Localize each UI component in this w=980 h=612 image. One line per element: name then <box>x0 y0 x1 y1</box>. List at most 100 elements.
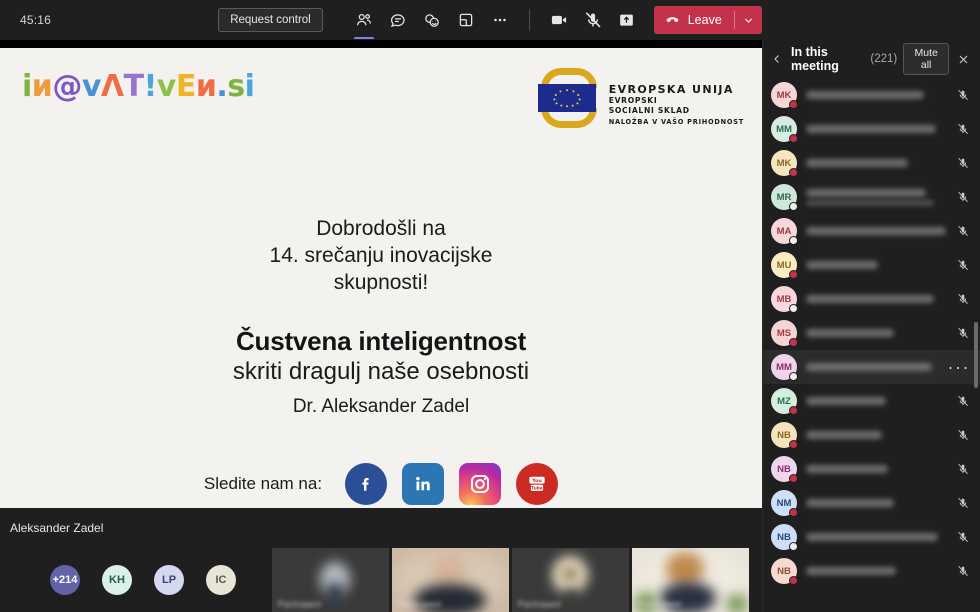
mic-muted-icon[interactable] <box>956 394 970 408</box>
avatar-initials: KH <box>109 574 125 586</box>
tile-name: Participant <box>278 600 321 609</box>
mic-muted-icon[interactable] <box>956 258 970 272</box>
tile-name: Participant <box>398 600 441 609</box>
participant-name <box>806 363 939 371</box>
presence-indicator <box>789 406 798 415</box>
mic-muted-icon[interactable] <box>956 326 970 340</box>
mic-muted-icon[interactable] <box>956 190 970 204</box>
participant-name <box>806 465 947 473</box>
back-chevron-icon[interactable] <box>769 51 785 67</box>
avatar: MK <box>771 150 797 176</box>
presence-indicator <box>789 236 798 245</box>
share-screen-icon[interactable] <box>612 5 642 35</box>
presence-indicator <box>789 542 798 551</box>
participant-row[interactable]: MZ <box>763 384 980 418</box>
presenter-name: Aleksander Zadel <box>10 521 103 535</box>
participant-row[interactable]: MK <box>763 146 980 180</box>
slide-author: Dr. Aleksander Zadel <box>0 396 762 418</box>
eu-flag <box>538 84 596 112</box>
video-tile[interactable]: Participant <box>392 548 509 612</box>
avatar[interactable]: IC <box>206 565 236 595</box>
participant-row[interactable]: MM··· <box>763 350 980 384</box>
participant-name <box>806 397 947 405</box>
instagram-icon[interactable] <box>459 463 501 505</box>
avatar: MZ <box>771 388 797 414</box>
more-options-icon[interactable] <box>485 5 515 35</box>
participant-row[interactable]: MK <box>763 78 980 112</box>
participant-row[interactable]: MM <box>763 112 980 146</box>
camera-icon[interactable] <box>544 5 574 35</box>
reactions-icon[interactable] <box>417 5 447 35</box>
avatar: MB <box>771 286 797 312</box>
mic-muted-icon[interactable] <box>956 292 970 306</box>
youtube-icon[interactable]: You Tube <box>516 463 558 505</box>
video-tile[interactable]: Participant <box>272 548 389 612</box>
mic-muted-icon[interactable] <box>956 156 970 170</box>
request-control-button[interactable]: Request control <box>218 8 323 32</box>
participant-name <box>806 329 947 337</box>
social-links-row: Sledite nam na: <box>0 463 762 505</box>
mic-muted-icon[interactable] <box>956 428 970 442</box>
participant-row[interactable]: MU <box>763 248 980 282</box>
participant-row[interactable]: MS <box>763 316 980 350</box>
avatar[interactable]: KH <box>102 565 132 595</box>
mute-all-button[interactable]: Mute all <box>903 43 949 75</box>
leave-button[interactable]: Leave <box>654 6 762 34</box>
welcome-line-2: 14. srečanju inovacijske <box>0 243 762 270</box>
participant-row[interactable]: NB <box>763 554 980 588</box>
avatar: NB <box>771 558 797 584</box>
participant-name <box>806 125 947 133</box>
svg-text:Tube: Tube <box>531 486 543 492</box>
avatar[interactable]: LP <box>154 565 184 595</box>
avatar: MS <box>771 320 797 346</box>
video-tile[interactable]: Participant <box>632 548 749 612</box>
mic-muted-icon[interactable] <box>956 530 970 544</box>
avatar: NB <box>771 456 797 482</box>
leave-button-main[interactable]: Leave <box>654 6 734 34</box>
eu-funding-logo: EVROPSKA UNIJA EVROPSKI SOCIALNI SKLAD N… <box>535 68 744 128</box>
eu-logo-text: EVROPSKA UNIJA EVROPSKI SOCIALNI SKLAD N… <box>609 83 744 128</box>
chat-icon[interactable] <box>383 5 413 35</box>
mic-muted-icon[interactable] <box>956 88 970 102</box>
close-icon[interactable] <box>955 51 972 68</box>
mic-muted-icon[interactable] <box>956 224 970 238</box>
presence-indicator <box>789 508 798 517</box>
eu-line-1: EVROPSKA UNIJA <box>609 83 744 96</box>
facebook-icon[interactable] <box>345 463 387 505</box>
participant-row[interactable]: MB <box>763 282 980 316</box>
mic-muted-icon[interactable] <box>956 564 970 578</box>
participants-list[interactable]: MKMMMKMRMAMUMBMSMM···MZNBNBNMNBNB <box>763 78 980 612</box>
participants-panel-header: In this meeting (221) Mute all <box>763 40 980 78</box>
avatar: MR <box>771 184 797 210</box>
leave-dropdown-button[interactable] <box>735 6 762 34</box>
avatar: NM <box>771 490 797 516</box>
linkedin-icon[interactable] <box>402 463 444 505</box>
participant-more-options-icon[interactable]: ··· <box>948 357 970 378</box>
participant-name <box>806 227 947 235</box>
breakout-rooms-icon[interactable] <box>451 5 481 35</box>
mic-muted-icon[interactable] <box>956 122 970 136</box>
welcome-line-3: skupnosti! <box>0 270 762 297</box>
eu-emblem <box>535 68 601 128</box>
people-icon[interactable] <box>349 5 379 35</box>
presence-indicator <box>789 474 798 483</box>
social-label: Sledite nam na: <box>204 474 322 494</box>
participant-row[interactable]: MR <box>763 180 980 214</box>
mic-muted-icon[interactable] <box>956 496 970 510</box>
leave-button-label: Leave <box>688 13 722 27</box>
shared-screen-stage[interactable]: iи@vΛT!vEи.si <box>0 40 762 548</box>
overflow-avatar[interactable]: +214 <box>50 565 80 595</box>
participants-scrollbar[interactable] <box>974 322 978 388</box>
participant-row[interactable]: MA <box>763 214 980 248</box>
video-tile[interactable]: Participant <box>512 548 629 612</box>
participant-row[interactable]: NB <box>763 418 980 452</box>
media-controls-group <box>544 5 642 35</box>
presence-indicator <box>789 168 798 177</box>
mic-muted-icon[interactable] <box>578 5 608 35</box>
mic-muted-icon[interactable] <box>956 462 970 476</box>
participant-row[interactable]: NM <box>763 486 980 520</box>
filmstrip-avatars: +214 KH LP IC <box>0 565 272 595</box>
participant-row[interactable]: NB <box>763 452 980 486</box>
presence-indicator <box>789 134 798 143</box>
participant-row[interactable]: NB <box>763 520 980 554</box>
